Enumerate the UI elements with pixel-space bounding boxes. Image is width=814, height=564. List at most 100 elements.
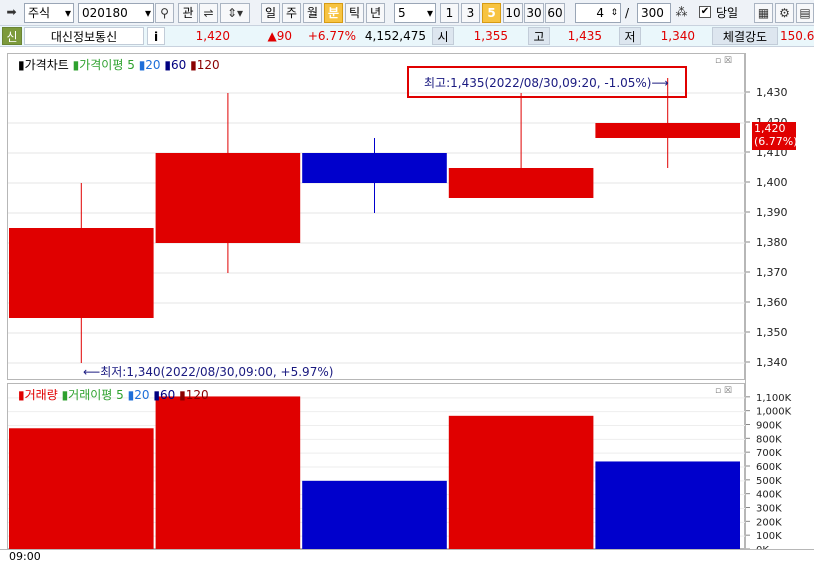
interval-select[interactable]: 5 ▾ <box>394 3 436 23</box>
today-checkbox[interactable]: ✔ <box>699 6 711 18</box>
link-arrow-icon[interactable]: ➡ <box>2 3 21 23</box>
preset-3[interactable]: 3 <box>461 3 480 23</box>
current-price-tag-pct: (6.77%) <box>754 135 798 148</box>
period-week[interactable]: 주 <box>282 3 301 23</box>
volume-bar <box>9 428 154 550</box>
price-tick-label: 1,340 <box>756 356 788 369</box>
trade-volume: 4,152,475 <box>364 29 426 43</box>
volume-bars <box>9 396 740 550</box>
volume-bar <box>595 461 740 550</box>
legend-marker: ▮ <box>18 58 25 72</box>
chevron-down-icon: ▾ <box>426 6 433 20</box>
candle-body <box>155 153 301 243</box>
legend-marker: ▮ <box>190 58 197 72</box>
gear-icon[interactable]: ⚙ <box>775 3 794 23</box>
preset-5[interactable]: 5 <box>482 3 501 23</box>
info-icon[interactable]: i <box>147 27 165 45</box>
volume-bar <box>155 396 301 550</box>
price-ma-label: 가격이평 <box>79 58 124 72</box>
price-tick-label: 1,370 <box>756 266 788 279</box>
high-annotation-box: 최고:1,435(2022/08/30,09:20, -1.05%)⟶ <box>407 66 687 98</box>
preset-30[interactable]: 30 <box>524 3 544 23</box>
volume-tick-label: 100K <box>756 531 782 542</box>
save-icon[interactable]: ▤ <box>796 3 814 23</box>
stock-name[interactable]: 대신정보통신 <box>24 27 144 45</box>
price-ma-5: 5 <box>127 58 135 72</box>
price-candles <box>9 78 740 363</box>
candle-body <box>448 168 594 198</box>
preset-60[interactable]: 60 <box>545 3 565 23</box>
count-input[interactable]: 4 ⇕ <box>575 3 621 23</box>
chart-settings-icon[interactable]: ▦ <box>754 3 773 23</box>
period-year[interactable]: 년 <box>366 3 385 23</box>
volume-tick-label: 600K <box>756 462 782 473</box>
axis-divider <box>745 53 746 549</box>
watchlist-button[interactable]: 관 <box>178 3 198 23</box>
open-label: 시 <box>432 27 454 45</box>
volume-ma-label: 거래이평 <box>68 388 113 402</box>
price-tick-label: 1,380 <box>756 236 788 249</box>
chevron-down-icon: ▾ <box>144 6 151 20</box>
period-minute[interactable]: 분 <box>324 3 343 23</box>
high-price: 1,435 <box>567 29 602 43</box>
preset-1[interactable]: 1 <box>440 3 459 23</box>
price-tick-label: 1,350 <box>756 326 788 339</box>
volume-legend: ▮거래량 ▮거래이평 5 ▮20 ▮60 ▮120 <box>18 386 209 403</box>
current-price: 1,420 <box>195 29 230 43</box>
price-change-pct: +6.77% <box>307 29 356 43</box>
zoom-icon[interactable]: ⁂ <box>672 3 691 23</box>
candle-body <box>595 123 740 138</box>
legend-marker: ▮ <box>153 388 160 402</box>
code-input[interactable]: 020180 ▾ <box>78 3 154 23</box>
period-day[interactable]: 일 <box>261 3 280 23</box>
volume-ma-120: 120 <box>185 388 209 402</box>
volume-ma-20: 20 <box>134 388 150 402</box>
credit-badge: 신 <box>2 27 22 45</box>
low-label: 저 <box>619 27 641 45</box>
time-axis-label: 09:00 <box>9 550 41 563</box>
low-price: 1,340 <box>660 29 695 43</box>
period-month[interactable]: 월 <box>303 3 322 23</box>
strength-label: 체결강도 <box>712 27 778 45</box>
search-icon[interactable]: ⚲ <box>155 3 174 23</box>
current-price-tag-value: 1,420 <box>754 122 786 135</box>
interval-select-value: 5 <box>398 6 406 20</box>
market-select[interactable]: 주식 ▾ <box>24 3 74 23</box>
link-icon[interactable]: ⇌ <box>199 3 218 23</box>
volume-legend-title: 거래량 <box>24 388 58 402</box>
toolbar: ➡ 주식 ▾ 020180 ▾ ⚲ 관 ⇌ ⇕▾ 일 주 월 분 틱 년 5 ▾… <box>0 0 814 26</box>
high-label: 고 <box>528 27 550 45</box>
volume-axis: 1,100K 1,000K 900K 800K 700K 600K 500K 400K 300K… <box>746 393 792 553</box>
code-input-value: 020180 <box>82 6 128 20</box>
period-tick[interactable]: 틱 <box>345 3 364 23</box>
price-chart <box>8 78 746 364</box>
price-axis: 1,4301,4201,4101,4001,3901,3801,3701,360… <box>746 86 788 369</box>
today-label: 당일 <box>716 6 739 20</box>
legend-marker: ▮ <box>18 388 25 402</box>
volume-tick-label: 900K <box>756 421 782 432</box>
price-legend: ▮가격차트 ▮가격이평 5 ▮20 ▮60 ▮120 <box>18 56 220 73</box>
volume-tick-label: 1,000K <box>756 407 792 418</box>
volume-tick-label: 800K <box>756 434 782 445</box>
high-annotation: 최고:1,435(2022/08/30,09:20, -1.05%)⟶ <box>424 76 669 90</box>
volume-tick-label: 200K <box>756 517 782 528</box>
preset-10[interactable]: 10 <box>503 3 523 23</box>
up-down-icon[interactable]: ⇕▾ <box>220 3 250 23</box>
strength-value: 150.6 <box>780 29 814 43</box>
volume-ma-5: 5 <box>116 388 124 402</box>
market-select-value: 주식 <box>28 6 51 20</box>
total-count-input[interactable]: 300 <box>637 3 671 23</box>
price-tick-label: 1,360 <box>756 296 788 309</box>
candle-body <box>9 228 154 318</box>
total-count-value: 300 <box>641 6 664 20</box>
price-ma-120: 120 <box>196 58 220 72</box>
panel-window-icons[interactable]: ▫ ☒ <box>715 386 732 396</box>
panel-window-icons[interactable]: ▫ ☒ <box>715 56 732 66</box>
volume-panel: ▮거래량 ▮거래이평 5 ▮20 ▮60 ▮120 ▫ ☒ <box>7 383 746 551</box>
spinner-icon[interactable]: ⇕ <box>610 4 618 22</box>
volume-bar <box>448 415 594 550</box>
price-tick-label: 1,430 <box>756 86 788 99</box>
volume-ma-60: 60 <box>159 388 176 402</box>
price-ma-60: 60 <box>171 58 187 72</box>
legend-marker: ▮ <box>179 388 186 402</box>
